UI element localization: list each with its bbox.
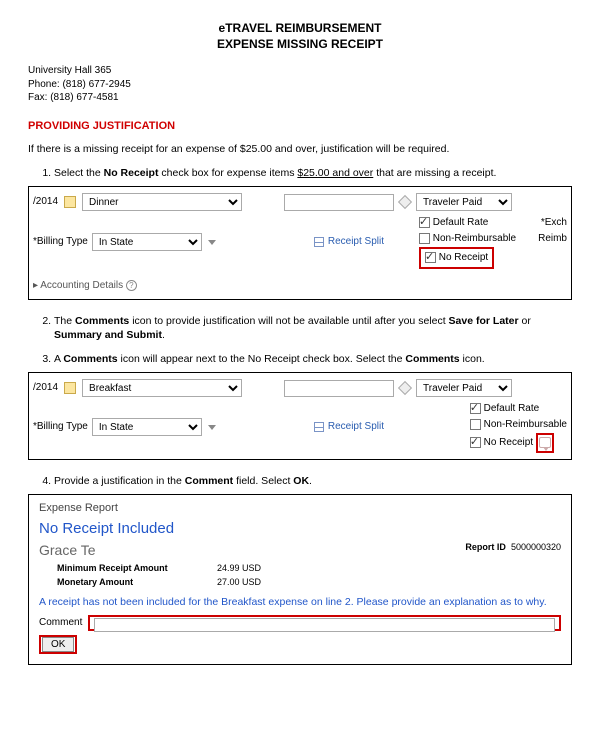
non-reimbursable-checkbox[interactable]: [470, 419, 481, 430]
intro-text: If there is a missing receipt for an exp…: [28, 142, 572, 156]
step-1: Select the No Receipt check box for expe…: [54, 166, 572, 300]
payment-select[interactable]: Traveler Paid: [416, 379, 512, 397]
amount-input[interactable]: [284, 380, 394, 397]
receipt-split-icon[interactable]: [314, 422, 324, 432]
billing-type-select[interactable]: In State: [92, 233, 202, 251]
monetary-label: Monetary Amount: [57, 576, 217, 588]
screenshot-1: /2014 Dinner Traveler Paid *Billing Type…: [28, 186, 572, 300]
default-rate-checkbox[interactable]: [419, 217, 430, 228]
no-receipt-checkbox[interactable]: [425, 252, 436, 263]
no-receipt-checkbox[interactable]: [470, 437, 481, 448]
billing-type-label: *Billing Type: [33, 420, 88, 434]
address-line: University Hall 365: [28, 64, 572, 78]
non-reimbursable-label: Non-Reimbursable: [484, 419, 567, 430]
comments-icon-highlight: [536, 433, 554, 453]
address-block: University Hall 365 Phone: (818) 677-294…: [28, 64, 572, 105]
ok-button[interactable]: OK: [42, 637, 74, 652]
fax-line: Fax: (818) 677-4581: [28, 91, 572, 105]
receipt-split-link[interactable]: Receipt Split: [328, 235, 384, 249]
help-icon[interactable]: ?: [126, 280, 137, 291]
date-fragment: /2014: [33, 381, 58, 395]
default-rate-checkbox[interactable]: [470, 403, 481, 414]
comment-field-highlight: [88, 615, 561, 631]
page-title: eTRAVEL REIMBURSEMENT: [28, 20, 572, 36]
page-subtitle: EXPENSE MISSING RECEIPT: [28, 36, 572, 52]
step-4: Provide a justification in the Comment f…: [54, 474, 572, 665]
reimb-label: Reimb: [538, 231, 567, 247]
receipt-split-link[interactable]: Receipt Split: [328, 420, 384, 434]
accounting-details[interactable]: ▸ Accounting Details ?: [33, 279, 567, 293]
comment-label: Comment: [39, 616, 82, 630]
no-receipt-label: No Receipt: [439, 252, 488, 263]
non-reimbursable-label: Non-Reimbursable: [433, 233, 516, 244]
calendar-icon[interactable]: [64, 382, 76, 394]
edit-icon[interactable]: [398, 195, 412, 209]
no-receipt-highlight: No Receipt: [419, 247, 494, 269]
min-receipt-value: 24.99 USD: [217, 563, 261, 573]
min-receipt-label: Minimum Receipt Amount: [57, 562, 217, 574]
no-receipt-label: No Receipt: [484, 437, 533, 448]
screenshot-2: /2014 Breakfast Traveler Paid *Billing T…: [28, 372, 572, 460]
step-2: The Comments icon to provide justificati…: [54, 314, 572, 342]
dropdown-icon: [208, 425, 216, 430]
expense-type-select[interactable]: Dinner: [82, 193, 242, 211]
phone-line: Phone: (818) 677-2945: [28, 78, 572, 92]
dropdown-icon: [208, 240, 216, 245]
date-fragment: /2014: [33, 195, 58, 209]
billing-type-label: *Billing Type: [33, 235, 88, 249]
default-rate-label: Default Rate: [433, 217, 489, 228]
step-1-text: Select the No Receipt check box for expe…: [54, 167, 496, 179]
default-rate-label: Default Rate: [484, 403, 540, 414]
calendar-icon[interactable]: [64, 196, 76, 208]
edit-icon[interactable]: [398, 381, 412, 395]
report-header: Expense Report: [39, 501, 561, 516]
step-3: A Comments icon will appear next to the …: [54, 352, 572, 460]
payment-select[interactable]: Traveler Paid: [416, 193, 512, 211]
amount-input[interactable]: [284, 194, 394, 211]
billing-type-select[interactable]: In State: [92, 418, 202, 436]
exch-label: *Exch: [541, 215, 567, 231]
expense-type-select[interactable]: Breakfast: [82, 379, 242, 397]
comments-icon[interactable]: [539, 437, 551, 448]
report-note: A receipt has not been included for the …: [39, 595, 561, 609]
report-title: No Receipt Included: [39, 519, 561, 539]
non-reimbursable-checkbox[interactable]: [419, 233, 430, 244]
receipt-split-icon[interactable]: [314, 237, 324, 247]
section-heading: PROVIDING JUSTIFICATION: [28, 119, 572, 134]
comment-input[interactable]: [94, 618, 555, 632]
report-id: Report ID 5000000320: [465, 541, 561, 553]
expense-report-panel: Expense Report No Receipt Included Repor…: [28, 494, 572, 664]
ok-button-highlight: OK: [39, 635, 77, 654]
monetary-value: 27.00 USD: [217, 577, 261, 587]
